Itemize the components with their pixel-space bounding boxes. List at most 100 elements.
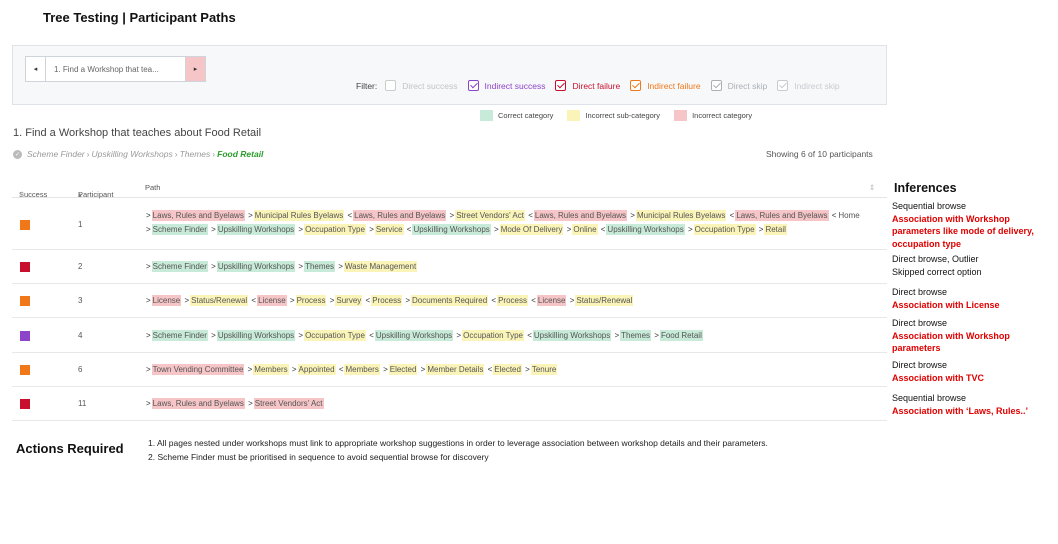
path-node: Upskilling Workshops — [216, 261, 296, 272]
path-node: Upskilling Workshops — [374, 330, 454, 341]
path-node: Online — [572, 224, 598, 235]
path-arrow: > — [289, 296, 295, 305]
path-node: Scheme Finder — [151, 330, 208, 341]
path-arrow: > — [449, 211, 455, 220]
path-arrow: > — [338, 262, 343, 271]
path-arrow: < — [251, 296, 257, 305]
path-node: Service — [374, 224, 404, 235]
prev-question-button[interactable]: ◂ — [26, 57, 46, 81]
path-arrow: > — [566, 225, 572, 234]
path-arrow: > — [525, 365, 530, 374]
legend-label: Incorrect sub-category — [585, 111, 661, 120]
inferences-title: Inferences — [894, 181, 957, 195]
path-arrow: > — [420, 365, 426, 374]
path-node: Member Details — [426, 364, 485, 375]
path-node: Process — [295, 295, 327, 306]
inference-text: Sequential browse — [892, 201, 967, 211]
path-arrow: < — [729, 211, 735, 220]
path-arrow: > — [184, 296, 190, 305]
filter-direct-failure[interactable]: Direct failure — [555, 80, 620, 91]
inference-text: Direct browse — [892, 318, 948, 328]
filter-direct-skip[interactable]: Direct skip — [710, 80, 767, 91]
status-marker — [20, 296, 30, 306]
crumb-3: Themes — [179, 149, 211, 159]
filter-toolbar: ◂ 1. Find a Workshop that tea... ▸ Filte… — [12, 45, 887, 105]
actions-title: Actions Required — [16, 441, 124, 456]
path-node: Occupation Type — [693, 224, 756, 235]
path-arrow: > — [298, 262, 304, 271]
filter-checkbox[interactable] — [555, 80, 567, 91]
table-row: 2 > Scheme Finder > Upskilling Workshops > T… — [12, 250, 887, 284]
path-arrow: < — [531, 296, 536, 305]
legend: Correct category Incorrect sub-category In… — [480, 110, 766, 121]
sort-icon[interactable]: ⇕ — [869, 183, 875, 192]
filter-indirect-failure[interactable]: Indirect failure — [630, 80, 701, 91]
action-item: 1. All pages nested under workshops must… — [148, 438, 768, 448]
path-arrow: > — [146, 211, 151, 220]
path-arrow: < — [369, 331, 374, 340]
path-arrow: > — [456, 331, 462, 340]
filter-checkbox[interactable] — [467, 80, 479, 91]
path-node: Mode Of Delivery — [499, 224, 564, 235]
filter-direct-success[interactable]: Direct success — [385, 80, 458, 91]
filter-indirect-success[interactable]: Indirect success — [467, 80, 545, 91]
filter-checkbox[interactable] — [385, 80, 397, 91]
next-question-button[interactable]: ▸ — [185, 57, 205, 81]
path-arrow: > — [298, 225, 304, 234]
path-arrow: > — [146, 225, 151, 234]
path-node: Upskilling Workshops — [216, 224, 296, 235]
action-item: 2. Scheme Finder must be prioritised in … — [148, 451, 489, 462]
legend-swatch — [480, 110, 493, 121]
question-selector[interactable]: 1. Find a Workshop that tea... — [46, 65, 185, 74]
path-arrow: > — [569, 296, 575, 305]
participant-header-label: Participant — [78, 190, 114, 199]
participant-path: > Laws, Rules and Byelaws > Street Vendors… — [145, 397, 885, 411]
path-arrow: > — [758, 225, 764, 234]
path-arrow: > — [494, 225, 499, 234]
inference-item: Direct browse, Outlier Skipped correct op… — [892, 253, 1052, 278]
path-node: Survey — [335, 295, 363, 306]
filter-checkbox[interactable] — [630, 80, 642, 91]
path-arrow: > — [405, 296, 411, 305]
path-arrow: < — [406, 225, 412, 234]
path-node: Themes — [620, 330, 652, 341]
path-arrow: < — [365, 296, 371, 305]
filter-checkbox[interactable] — [710, 80, 722, 91]
sort-asc-icon: ▴ — [78, 190, 82, 199]
path-arrow: > — [630, 211, 635, 220]
participant-path: > Scheme Finder > Upskilling Workshops > Th… — [145, 260, 885, 274]
path-node: Occupation Type — [304, 224, 366, 235]
legend-swatch — [567, 110, 581, 121]
inference-item: Sequential browse Association with Worksh… — [892, 200, 1052, 250]
filter-indirect-skip[interactable]: Indirect skip — [777, 80, 840, 91]
path-node: Elected — [388, 364, 418, 375]
inference-text: Direct browse — [892, 360, 948, 370]
path-arrow: < — [347, 211, 353, 220]
chevron-right-icon: ▸ — [193, 66, 198, 73]
path-node: Occupation Type — [462, 330, 524, 341]
filter-checkbox[interactable] — [777, 80, 789, 91]
path-node: Scheme Finder — [151, 224, 208, 235]
path-node: Street Vendors' Act — [455, 210, 525, 221]
participant-count: Showing 6 of 10 participants — [766, 149, 873, 159]
path-node: Laws, Rules and Byelaws — [151, 210, 245, 221]
path-node: Laws, Rules and Byelaws — [735, 210, 829, 221]
question-navigator: ◂ 1. Find a Workshop that tea... ▸ — [25, 56, 206, 82]
path-arrow: < — [527, 331, 532, 340]
path-node: Town Vending Committee — [151, 364, 245, 375]
path-arrow: > — [298, 331, 304, 340]
path-arrow: < — [491, 296, 497, 305]
path-arrow: > — [146, 296, 151, 305]
path-node: Street Vendors' Act — [253, 398, 324, 409]
sort-icon: ⇕ — [19, 190, 26, 199]
path-arrow: < — [528, 211, 533, 220]
status-marker — [20, 262, 30, 272]
participant-id: 1 — [78, 220, 83, 229]
path-node: Members — [253, 364, 289, 375]
path-arrow: > — [369, 225, 374, 234]
path-node: Home — [838, 211, 860, 220]
path-node: License — [151, 295, 182, 306]
path-node: License — [257, 295, 287, 306]
legend-label: Correct category — [498, 111, 554, 120]
participant-path: > Town Vending Committee > Members > Appoin… — [145, 363, 885, 377]
